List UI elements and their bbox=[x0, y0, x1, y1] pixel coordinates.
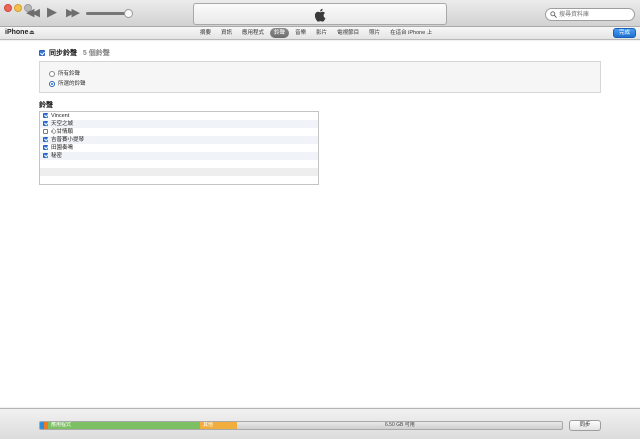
tab-ringtones[interactable]: 鈴聲 bbox=[270, 28, 290, 38]
all-ringtones-radio[interactable] bbox=[49, 70, 55, 77]
list-item[interactable]: 心甘情願 bbox=[40, 128, 318, 136]
ringtone-count: 5 個鈴聲 bbox=[82, 50, 110, 57]
device-name[interactable]: iPhone bbox=[5, 29, 28, 36]
tab-movies[interactable]: 影片 bbox=[312, 28, 331, 38]
list-item[interactable]: 吉普賽小提琴 bbox=[40, 136, 318, 144]
previous-track-icon[interactable]: ◀◀ bbox=[26, 6, 40, 20]
tab-photos[interactable]: 照片 bbox=[365, 28, 384, 38]
ringtone-name: 吉普賽小提琴 bbox=[51, 137, 85, 143]
ringtone-checkbox[interactable] bbox=[43, 145, 48, 151]
tab-on-this-iphone[interactable]: 在這台 iPhone 上 bbox=[386, 28, 436, 38]
ringtone-name: 心甘情願 bbox=[51, 129, 74, 135]
close-window-button[interactable] bbox=[4, 4, 12, 12]
device-navbar: iPhone ⏏ 摘要 資訊 應用程式 鈴聲 音樂 影片 電視節目 照片 在這台… bbox=[0, 27, 640, 40]
minimize-window-button[interactable] bbox=[14, 4, 22, 12]
list-item[interactable]: Vincent bbox=[40, 112, 318, 120]
ringtone-checkbox[interactable] bbox=[43, 129, 48, 135]
capacity-apps-segment: 應用程式 bbox=[48, 422, 200, 429]
search-field[interactable] bbox=[545, 8, 635, 21]
sync-ringtones-checkbox[interactable] bbox=[39, 50, 45, 57]
search-input[interactable] bbox=[559, 10, 633, 20]
tab-info[interactable]: 資訊 bbox=[217, 28, 236, 38]
empty-row bbox=[40, 176, 318, 184]
selected-ringtones-radio[interactable] bbox=[49, 80, 55, 87]
free-space-label: 6.50 GB 可用 bbox=[385, 422, 415, 428]
list-item[interactable]: 秘密 bbox=[40, 152, 318, 160]
play-icon[interactable]: ▶ bbox=[47, 6, 57, 20]
list-item[interactable]: 天空之城 bbox=[40, 120, 318, 128]
ringtone-name: Vincent bbox=[51, 113, 70, 119]
eject-icon[interactable]: ⏏ bbox=[29, 29, 35, 36]
ringtone-name: 田園奏鳴 bbox=[51, 145, 74, 151]
search-icon bbox=[550, 11, 557, 18]
sync-button[interactable]: 同步 bbox=[569, 420, 601, 431]
volume-knob[interactable] bbox=[124, 9, 133, 18]
capacity-bar: 應用程式 其他 6.50 GB 可用 bbox=[39, 421, 563, 430]
ringtones-pane: 同步鈴聲 5 個鈴聲 所有鈴聲 所選的鈴聲 鈴聲 Vincent 天空之城 心甘… bbox=[0, 41, 640, 407]
tab-tv-shows[interactable]: 電視節目 bbox=[333, 28, 363, 38]
capacity-bar-area: 應用程式 其他 6.50 GB 可用 同步 bbox=[0, 408, 640, 439]
ringtones-list: Vincent 天空之城 心甘情願 吉普賽小提琴 田園奏鳴 秘密 bbox=[39, 111, 319, 185]
option-all-ringtones[interactable]: 所有鈴聲 bbox=[49, 69, 80, 77]
sync-ringtones-label[interactable]: 同步鈴聲 bbox=[49, 50, 77, 57]
selected-ringtones-label: 所選的鈴聲 bbox=[58, 81, 86, 87]
next-track-icon[interactable]: ▶▶ bbox=[66, 6, 80, 20]
ringtone-name: 天空之城 bbox=[51, 121, 74, 127]
ringtone-checkbox[interactable] bbox=[43, 137, 48, 143]
ringtone-name: 秘密 bbox=[51, 153, 63, 159]
ringtones-heading: 鈴聲 bbox=[39, 102, 53, 109]
ringtone-checkbox[interactable] bbox=[43, 121, 48, 127]
sync-options-box: 所有鈴聲 所選的鈴聲 bbox=[39, 61, 601, 93]
toolbar: ◀◀ ▶ ▶▶ bbox=[0, 0, 640, 27]
apple-logo-icon bbox=[314, 8, 326, 22]
empty-row bbox=[40, 160, 318, 168]
list-item[interactable]: 田園奏鳴 bbox=[40, 144, 318, 152]
empty-row bbox=[40, 168, 318, 176]
option-selected-ringtones[interactable]: 所選的鈴聲 bbox=[49, 79, 86, 87]
sync-ringtones-row: 同步鈴聲 5 個鈴聲 bbox=[39, 48, 110, 58]
all-ringtones-label: 所有鈴聲 bbox=[58, 71, 81, 77]
capacity-apps-label: 應用程式 bbox=[51, 422, 72, 428]
ringtone-checkbox[interactable] bbox=[43, 153, 48, 159]
capacity-other-label: 其他 bbox=[203, 422, 214, 428]
ringtone-checkbox[interactable] bbox=[43, 113, 48, 119]
tab-apps[interactable]: 應用程式 bbox=[238, 28, 268, 38]
device-tabs: 摘要 資訊 應用程式 鈴聲 音樂 影片 電視節目 照片 在這台 iPhone 上 bbox=[196, 28, 436, 38]
tab-music[interactable]: 音樂 bbox=[291, 28, 310, 38]
tab-summary[interactable]: 摘要 bbox=[196, 28, 215, 38]
capacity-other-segment: 其他 bbox=[200, 422, 237, 429]
done-button[interactable]: 完成 bbox=[613, 28, 636, 38]
status-display bbox=[193, 3, 447, 25]
